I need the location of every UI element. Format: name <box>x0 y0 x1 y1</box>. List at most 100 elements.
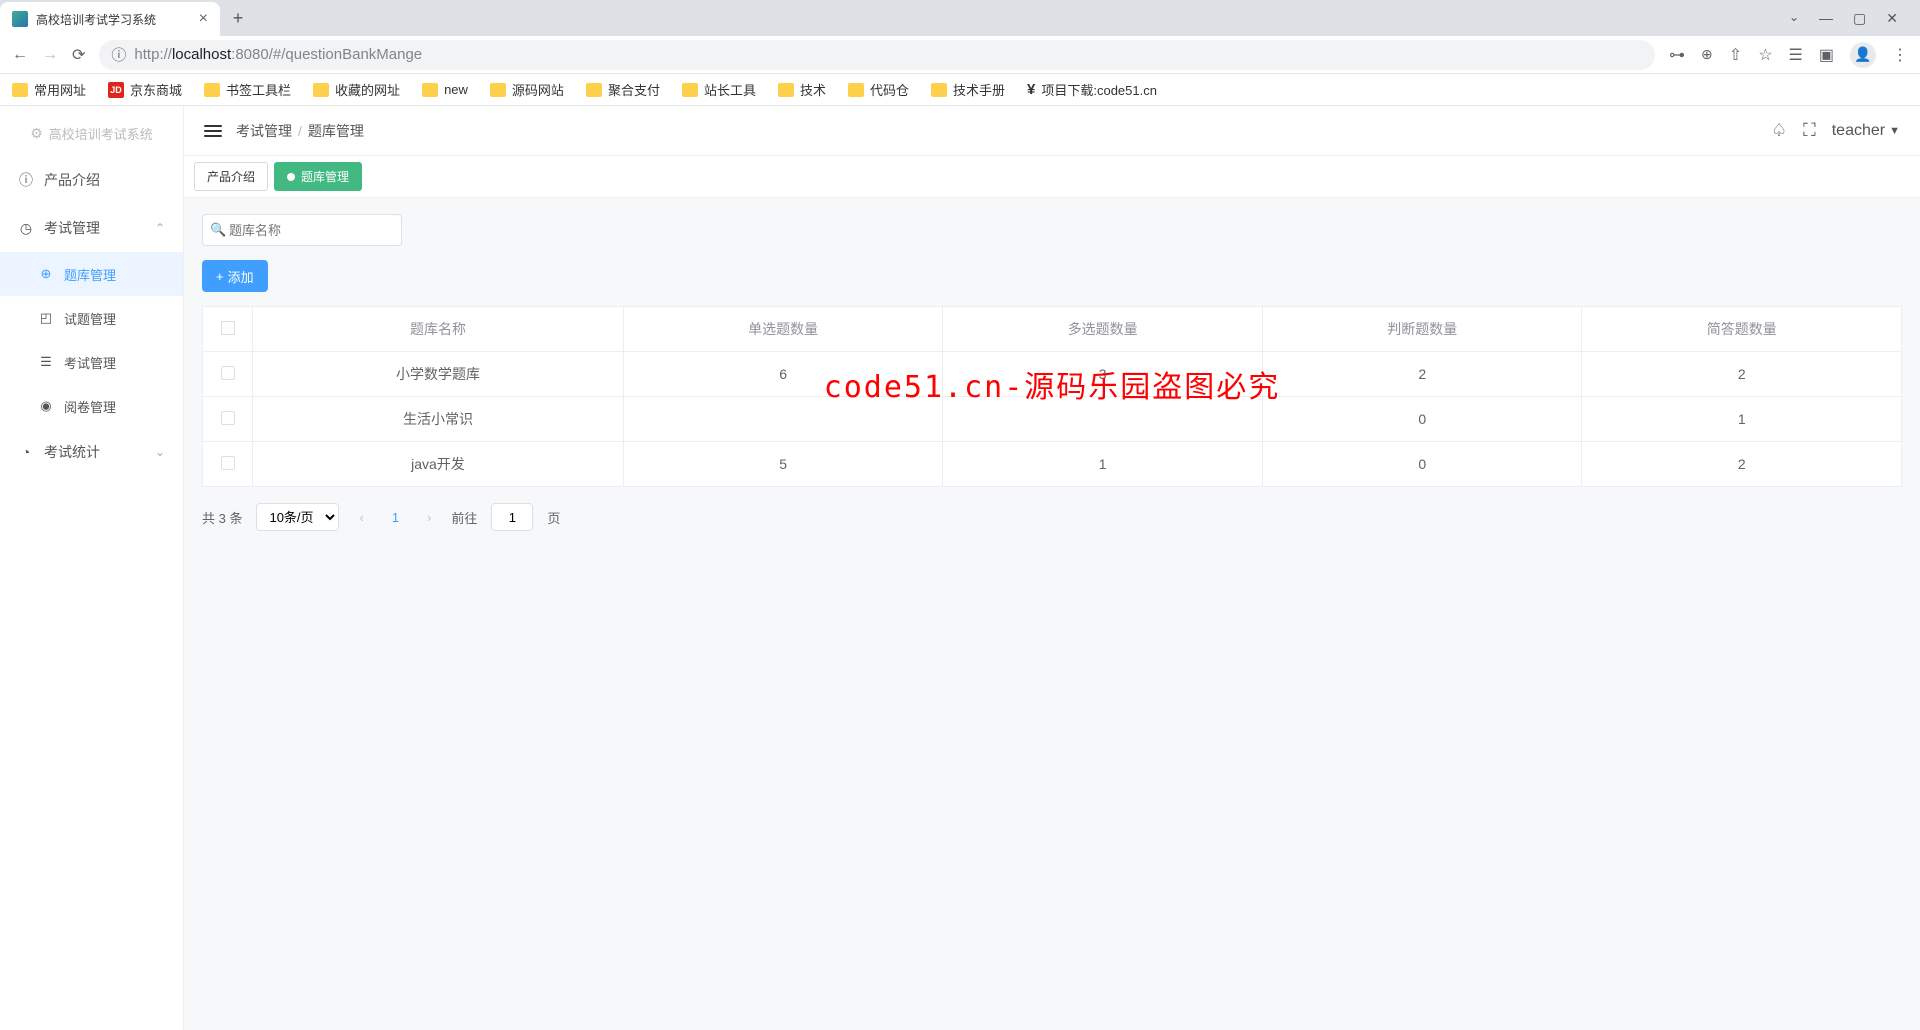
table-row[interactable]: 生活小常识 0 1 <box>203 397 1902 442</box>
brand: ⚙ 高校培训考试系统 <box>0 110 183 156</box>
main: 考试管理/题库管理 ♤ ⛶ teacher ▼ 产品介绍 题库管理 🔍 <box>184 106 1920 1030</box>
new-tab-button[interactable]: + <box>224 4 252 32</box>
sidebar-item-review[interactable]: ◉ 阅卷管理 <box>0 384 183 428</box>
dropdown-icon[interactable]: ⌄ <box>1789 10 1799 27</box>
col-name: 题库名称 <box>253 307 624 352</box>
browser-chrome: 高校培训考试学习系统 × + ⌄ — ▢ ✕ ← → ⟳ ⓘ http://lo… <box>0 0 1920 106</box>
folder-icon <box>931 83 947 97</box>
search-input[interactable] <box>202 214 402 246</box>
total-count: 共 3 条 <box>202 508 242 527</box>
table-row[interactable]: 小学数学题库 6 3 2 2 <box>203 352 1902 397</box>
yen-icon: ¥ <box>1027 81 1035 98</box>
goto-page-input[interactable] <box>491 503 533 531</box>
next-page-icon[interactable]: › <box>421 510 437 525</box>
folder-icon <box>422 83 438 97</box>
checkbox-all[interactable] <box>221 321 235 335</box>
folder-icon <box>12 83 28 97</box>
key-icon[interactable]: ⊶ <box>1669 45 1685 65</box>
minimize-icon[interactable]: — <box>1819 10 1833 27</box>
star-icon[interactable]: ☆ <box>1758 45 1772 65</box>
maximize-icon[interactable]: ▢ <box>1853 10 1866 27</box>
sidebar-item-stats[interactable]: ◔ 考试统计 ⌄ <box>0 428 183 476</box>
bookmark-item[interactable]: 技术 <box>778 80 826 99</box>
pagination: 共 3 条 10条/页 ‹ 1 › 前往 页 <box>202 503 1902 531</box>
bookmark-item[interactable]: 书签工具栏 <box>204 80 291 99</box>
kebab-icon[interactable]: ⋮ <box>1892 45 1908 65</box>
favicon-icon <box>12 11 28 27</box>
topbar: 考试管理/题库管理 ♤ ⛶ teacher ▼ <box>184 106 1920 156</box>
page-number[interactable]: 1 <box>384 510 407 525</box>
eye-icon: ◉ <box>38 398 54 414</box>
bookmark-item[interactable]: 代码仓 <box>848 80 909 99</box>
app-shell: ⚙ 高校培训考试系统 ⓘ 产品介绍 ◷ 考试管理 ⌃ ⊕ 题库管理 ◰ 试题管理… <box>0 106 1920 1030</box>
topbar-right: ♤ ⛶ teacher ▼ <box>1771 120 1900 141</box>
tab-bar: 高校培训考试学习系统 × + ⌄ — ▢ ✕ <box>0 0 1920 36</box>
bookmark-item[interactable]: 源码网站 <box>490 80 564 99</box>
prev-page-icon[interactable]: ‹ <box>353 510 369 525</box>
reading-list-icon[interactable]: ☰ <box>1789 45 1803 65</box>
bookmark-item[interactable]: ¥项目下载:code51.cn <box>1027 80 1157 99</box>
info-icon: ⓘ <box>18 170 34 190</box>
search-icon: 🔍 <box>210 222 226 238</box>
sidebar-item-question-bank[interactable]: ⊕ 题库管理 <box>0 252 183 296</box>
doc-icon: ◰ <box>38 310 54 326</box>
tab-title: 高校培训考试学习系统 <box>36 11 156 28</box>
caret-down-icon: ▼ <box>1889 125 1900 137</box>
table-row[interactable]: java开发 5 1 0 2 <box>203 442 1902 487</box>
bookmark-item[interactable]: new <box>422 82 468 97</box>
menu-toggle-icon[interactable] <box>204 125 222 137</box>
forward-icon[interactable]: → <box>42 46 58 64</box>
user-dropdown[interactable]: teacher ▼ <box>1832 122 1900 140</box>
tab-question-bank[interactable]: 题库管理 <box>274 162 362 191</box>
profile-icon[interactable]: 👤 <box>1850 42 1876 68</box>
browser-tab[interactable]: 高校培训考试学习系统 × <box>0 2 220 36</box>
list-icon: ☰ <box>38 354 54 370</box>
bookmark-item[interactable]: 站长工具 <box>682 80 756 99</box>
sidebar-item-exam[interactable]: ☰ 考试管理 <box>0 340 183 384</box>
checkbox[interactable] <box>221 456 235 470</box>
add-button[interactable]: + 添加 <box>202 260 268 292</box>
search-icon[interactable]: ⊕ <box>1701 46 1713 63</box>
panel-icon[interactable]: ▣ <box>1819 45 1834 65</box>
bookmark-item[interactable]: 技术手册 <box>931 80 1005 99</box>
info-icon: ⓘ <box>111 44 126 65</box>
page-tabs: 产品介绍 题库管理 <box>184 156 1920 198</box>
content: 🔍 + 添加 题库名称 单选题数量 多选题数量 判断题数量 简答题数量 <box>184 198 1920 547</box>
question-bank-table: 题库名称 单选题数量 多选题数量 判断题数量 简答题数量 小学数学题库 6 3 … <box>202 306 1902 487</box>
bookmark-item[interactable]: 收藏的网址 <box>313 80 400 99</box>
col-multi: 多选题数量 <box>943 307 1263 352</box>
close-tab-icon[interactable]: × <box>199 10 208 28</box>
fullscreen-icon[interactable]: ⛶ <box>1803 120 1816 141</box>
folder-icon <box>204 83 220 97</box>
bookmark-item[interactable]: JD京东商城 <box>108 80 182 99</box>
folder-icon <box>682 83 698 97</box>
sidebar-item-product[interactable]: ⓘ 产品介绍 <box>0 156 183 204</box>
reload-icon[interactable]: ⟳ <box>72 45 85 65</box>
sidebar-item-question-mgmt[interactable]: ◰ 试题管理 <box>0 296 183 340</box>
folder-icon <box>778 83 794 97</box>
checkbox[interactable] <box>221 411 235 425</box>
bookmark-item[interactable]: 聚合支付 <box>586 80 660 99</box>
chevron-down-icon: ⌄ <box>155 445 165 459</box>
bell-icon[interactable]: ♤ <box>1771 120 1787 141</box>
sidebar-item-exam-mgmt[interactable]: ◷ 考试管理 ⌃ <box>0 204 183 252</box>
folder-icon <box>848 83 864 97</box>
close-window-icon[interactable]: ✕ <box>1886 10 1898 27</box>
col-single: 单选题数量 <box>623 307 943 352</box>
folder-icon <box>586 83 602 97</box>
gear-icon: ⚙ <box>30 125 43 142</box>
folder-icon <box>313 83 329 97</box>
folder-icon <box>490 83 506 97</box>
share-icon[interactable]: ⇧ <box>1729 45 1742 65</box>
url-input[interactable]: ⓘ http://localhost:8080/#/questionBankMa… <box>99 40 1655 70</box>
chevron-up-icon: ⌃ <box>155 221 165 235</box>
checkbox[interactable] <box>221 366 235 380</box>
chart-icon: ◔ <box>18 444 34 460</box>
page-size-select[interactable]: 10条/页 <box>256 503 339 531</box>
col-judge: 判断题数量 <box>1262 307 1582 352</box>
bookmark-item[interactable]: 常用网址 <box>12 80 86 99</box>
globe-icon: ⊕ <box>38 266 54 282</box>
toolbar-right: ⊶ ⊕ ⇧ ☆ ☰ ▣ 👤 ⋮ <box>1669 42 1908 68</box>
back-icon[interactable]: ← <box>12 46 28 64</box>
tab-product[interactable]: 产品介绍 <box>194 162 268 191</box>
